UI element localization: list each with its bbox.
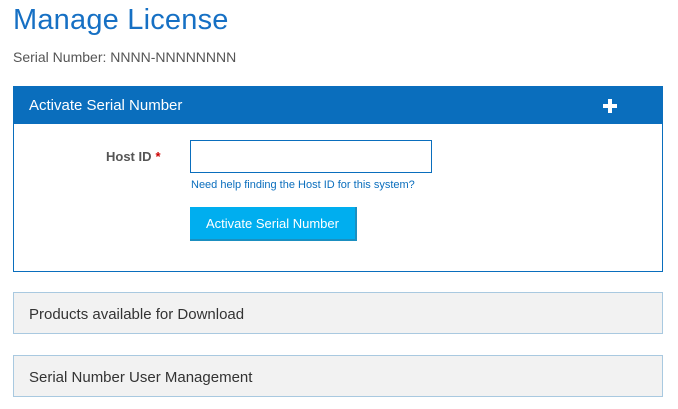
serial-number-text: Serial Number: NNNN-NNNNNNNN [13, 49, 237, 65]
host-id-help-link[interactable]: Need help finding the Host ID for this s… [191, 178, 415, 192]
plus-icon[interactable] [602, 98, 618, 114]
user-management-panel-title: Serial Number User Management [29, 369, 253, 386]
page-title: Manage License [13, 4, 229, 36]
activate-serial-button[interactable]: Activate Serial Number [190, 207, 357, 241]
products-download-panel-title: Products available for Download [29, 306, 245, 323]
products-download-panel[interactable]: Products available for Download [13, 292, 663, 334]
user-management-panel[interactable]: Serial Number User Management [13, 355, 663, 397]
host-id-label: Host ID * [106, 149, 161, 165]
activate-serial-panel-header[interactable]: Activate Serial Number [14, 87, 662, 124]
activate-serial-panel: Activate Serial Number Host ID * Need hel… [13, 86, 663, 272]
activate-serial-panel-title: Activate Serial Number [29, 97, 183, 114]
host-id-input[interactable] [190, 140, 432, 173]
required-marker: * [155, 149, 161, 164]
host-id-label-text: Host ID [106, 149, 152, 164]
